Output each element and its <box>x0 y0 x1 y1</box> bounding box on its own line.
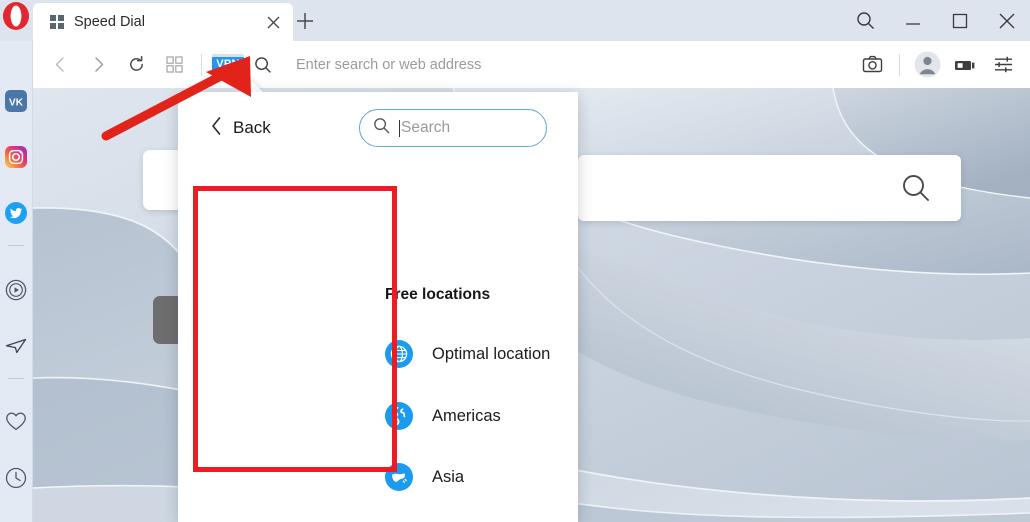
location-label: Americas <box>432 406 501 425</box>
sidebar-item-vk[interactable]: VK <box>0 85 32 117</box>
toolbar-divider <box>201 53 202 76</box>
sidebar-item-player[interactable] <box>0 274 32 306</box>
text-caret <box>399 119 400 137</box>
free-locations-heading: Free locations <box>385 286 491 303</box>
vpn-search-input[interactable]: Search <box>359 109 547 147</box>
browser-window: Speed Dial VPN Enter search or web addre… <box>0 0 1030 522</box>
profile-icon[interactable] <box>908 46 946 84</box>
address-input[interactable]: Enter search or web address <box>296 57 853 73</box>
window-controls <box>842 0 1030 41</box>
snapshot-icon[interactable] <box>853 46 891 84</box>
sidebar-item-favorites[interactable] <box>0 405 32 437</box>
new-tab-button[interactable] <box>290 6 320 36</box>
svg-text:VK: VK <box>9 98 24 109</box>
maximize-button[interactable] <box>936 0 983 41</box>
tab-title: Speed Dial <box>74 14 145 30</box>
easy-setup-icon[interactable] <box>984 46 1022 84</box>
close-button[interactable] <box>983 0 1030 41</box>
battery-saver-icon[interactable] <box>946 46 984 84</box>
search-icon <box>900 172 932 204</box>
back-button-label: Back <box>233 118 271 137</box>
navigation-toolbar: VPN Enter search or web address <box>33 41 1030 88</box>
reload-button[interactable] <box>117 46 155 84</box>
opera-logo-icon <box>2 2 30 30</box>
sidebar-item-twitter[interactable] <box>0 197 32 229</box>
globe-americas-icon <box>385 402 413 430</box>
vpn-badge-label: VPN <box>212 56 244 73</box>
sidebar-item-instagram[interactable] <box>0 141 32 173</box>
sidebar-item-history[interactable] <box>0 462 32 494</box>
sidebar-divider-1 <box>8 245 24 246</box>
speed-dial-search-input[interactable] <box>578 155 961 221</box>
search-icon[interactable] <box>244 46 282 84</box>
location-item-asia[interactable]: Asia <box>385 457 625 497</box>
location-item-optimal[interactable]: Optimal location <box>385 334 625 374</box>
vpn-search-placeholder: Search <box>401 119 451 136</box>
window-search-icon[interactable] <box>842 0 889 41</box>
speed-dial-icon <box>50 15 64 29</box>
vpn-badge[interactable]: VPN <box>212 53 244 76</box>
back-button[interactable]: Back <box>210 114 271 142</box>
location-label: Optimal location <box>432 344 551 363</box>
forward-button[interactable] <box>79 46 117 84</box>
vpn-panel-header: Back Search <box>178 92 578 164</box>
search-icon <box>373 117 390 139</box>
back-button[interactable] <box>41 46 79 84</box>
vpn-panel: Back Search Free locations Optimal locat… <box>178 92 578 522</box>
location-label: Asia <box>432 467 465 486</box>
minimize-button[interactable] <box>889 0 936 41</box>
sidebar-divider-2 <box>8 378 24 379</box>
chevron-left-icon <box>210 116 223 141</box>
left-sidebar: VK <box>0 41 33 522</box>
globe-icon <box>385 340 413 368</box>
sidebar-item-telegram[interactable] <box>0 330 32 362</box>
tab-speed-dial[interactable]: Speed Dial <box>33 3 293 41</box>
toolbar-divider-2 <box>899 53 900 76</box>
close-icon[interactable] <box>259 8 287 36</box>
globe-asia-icon <box>385 463 413 491</box>
title-bar: Speed Dial <box>0 0 1030 41</box>
speed-dial-button[interactable] <box>155 46 193 84</box>
location-item-americas[interactable]: Americas <box>385 396 625 436</box>
